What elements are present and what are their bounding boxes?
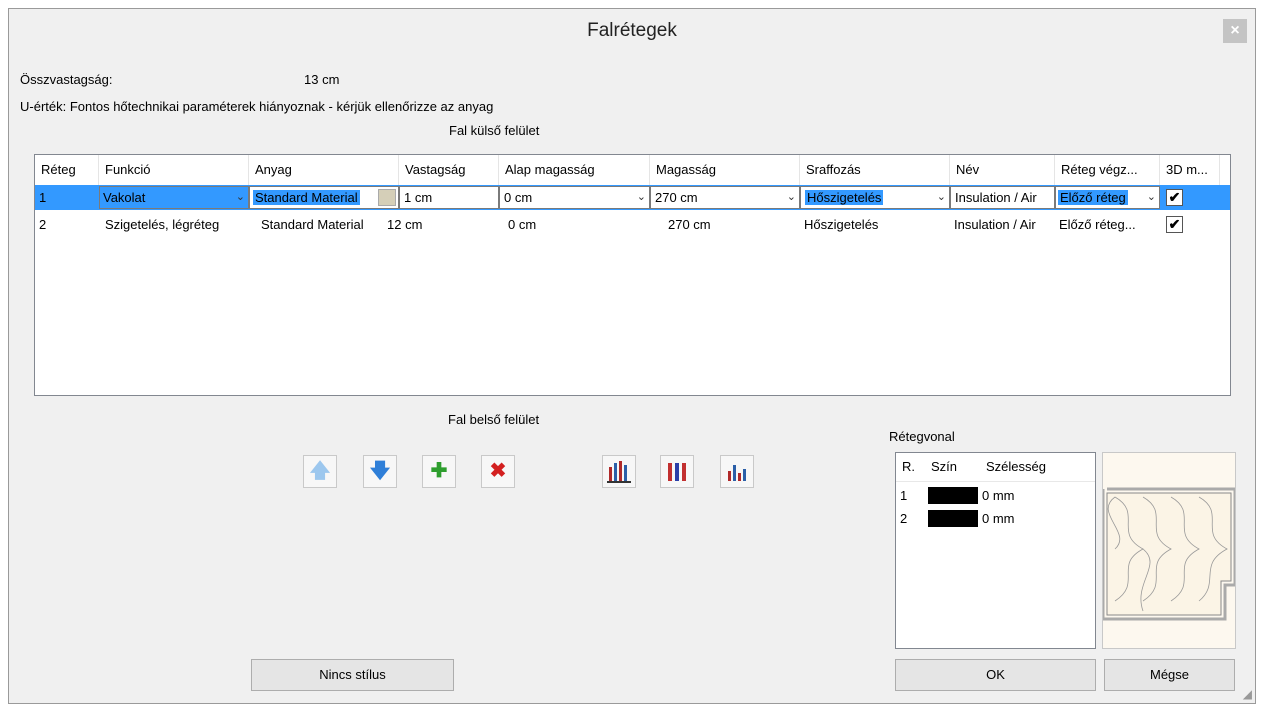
col-header-r[interactable]: R. <box>902 459 915 474</box>
cell-layer: 1 <box>39 190 47 205</box>
cancel-button[interactable]: Mégse <box>1104 659 1235 691</box>
material-value: Standard Material <box>253 190 360 205</box>
ok-button[interactable]: OK <box>895 659 1096 691</box>
col-header-base-height[interactable]: Alap magasság <box>499 155 650 185</box>
cell-hatch: Hőszigetelés <box>804 217 879 232</box>
col-header-thickness[interactable]: Vastagság <box>399 155 499 185</box>
height-combo[interactable]: 270 cm ⌄ <box>650 186 800 209</box>
insulation-hatch-preview <box>1101 487 1237 621</box>
col-header-3d[interactable]: 3D m... <box>1160 155 1220 185</box>
end-combo[interactable]: Előző réteg ⌄ <box>1055 186 1160 209</box>
inner-surface-label: Fal belső felület <box>448 412 540 427</box>
layers-table[interactable]: Réteg Funkció Anyag Vastagság Alap magas… <box>34 154 1231 396</box>
cell-material: Standard Material <box>261 217 364 232</box>
chevron-down-icon[interactable]: ⌄ <box>937 187 946 208</box>
cell-height: 270 cm <box>668 217 711 232</box>
layer-columns-button[interactable] <box>660 455 694 488</box>
hatch-value: Hőszigetelés <box>805 190 884 205</box>
col-header-width[interactable]: Szélesség <box>986 459 1046 474</box>
base-height-value: 0 cm <box>504 190 533 205</box>
chevron-down-icon[interactable]: ⌄ <box>236 187 245 208</box>
base-height-combo[interactable]: 0 cm ⌄ <box>499 186 650 209</box>
no-style-button[interactable]: Nincs stílus <box>251 659 454 691</box>
material-field[interactable]: Standard Material <box>249 186 399 209</box>
title-bar: Falrétegek × <box>9 9 1255 55</box>
arrow-down-icon: 🡇 <box>369 460 391 482</box>
uvalue-text: U-érték: Fontos hőtechnikai paraméterek … <box>20 99 494 114</box>
hatch-combo[interactable]: Hőszigetelés ⌄ <box>800 186 950 209</box>
layer-lines-table[interactable]: R. Szín Szélesség 1 0 mm 2 0 mm <box>895 452 1096 649</box>
col-header-color[interactable]: Szín <box>931 459 957 474</box>
add-layer-button[interactable]: ✚ <box>422 455 456 488</box>
close-button[interactable]: × <box>1223 19 1247 43</box>
thickness-input[interactable]: 1 cm <box>399 186 499 209</box>
table-row[interactable]: 1 Vakolat ⌄ Standard Material 1 cm 0 cm … <box>35 185 1230 210</box>
bars-icon <box>728 465 746 481</box>
layer-line-width: 0 mm <box>982 511 1015 526</box>
cell-base-height: 0 cm <box>508 217 537 232</box>
layer-chart-button[interactable] <box>720 455 754 488</box>
col-header-function[interactable]: Funkció <box>99 155 249 185</box>
resize-grip-icon[interactable]: ◢ <box>1243 687 1252 701</box>
col-header-name[interactable]: Név <box>950 155 1055 185</box>
thickness-label: Összvastagság: <box>20 72 113 87</box>
color-swatch[interactable] <box>928 487 978 504</box>
outer-surface-label: Fal külső felület <box>449 123 540 138</box>
bars-icon <box>607 461 631 483</box>
layer-line-width: 0 mm <box>982 488 1015 503</box>
arrow-up-icon: 🡅 <box>309 460 331 482</box>
chevron-down-icon[interactable]: ⌄ <box>1147 187 1156 208</box>
thickness-value: 13 cm <box>304 72 340 87</box>
layer-line-r: 1 <box>900 488 908 503</box>
col-header-height[interactable]: Magasság <box>650 155 800 185</box>
cell-name: Insulation / Air <box>954 217 1036 232</box>
end-value: Előző réteg <box>1058 190 1128 205</box>
cell-layer: 2 <box>39 217 47 232</box>
chevron-down-icon[interactable]: ⌄ <box>787 187 796 208</box>
color-swatch[interactable] <box>928 510 978 527</box>
name-input[interactable]: Insulation / Air <box>950 186 1055 209</box>
col-header-material[interactable]: Anyag <box>249 155 399 185</box>
cell-thickness: 12 cm <box>387 217 423 232</box>
col-header-hatch[interactable]: Sraffozás <box>800 155 950 185</box>
model3d-checkbox[interactable]: ✔ <box>1166 189 1183 206</box>
browse-material-button[interactable] <box>378 189 396 206</box>
delete-layer-button[interactable]: ✖ <box>481 455 515 488</box>
dialog-window: Falrétegek × Összvastagság: 13 cm U-érté… <box>8 8 1256 704</box>
layer-lines-title: Rétegvonal <box>889 429 955 444</box>
move-up-button[interactable]: 🡅 <box>303 455 337 488</box>
thickness-value: 1 cm <box>404 190 433 205</box>
x-icon: ✖ <box>489 460 507 482</box>
wall-preview <box>1101 452 1237 649</box>
cell-function: Szigetelés, légréteg <box>105 217 220 232</box>
function-value: Vakolat <box>103 190 146 205</box>
layer-stack-button[interactable] <box>602 455 636 488</box>
name-value: Insulation / Air <box>955 190 1037 205</box>
chevron-down-icon[interactable]: ⌄ <box>637 187 646 208</box>
col-header-end[interactable]: Réteg végz... <box>1055 155 1160 185</box>
height-value: 270 cm <box>655 190 698 205</box>
bars-icon <box>668 463 686 481</box>
function-combo[interactable]: Vakolat ⌄ <box>99 186 249 209</box>
model3d-checkbox[interactable]: ✔ <box>1166 216 1183 233</box>
layer-line-r: 2 <box>900 511 908 526</box>
table-row[interactable]: 2 Szigetelés, légréteg Standard Material… <box>35 212 1230 237</box>
cell-end: Előző réteg... <box>1059 217 1136 232</box>
move-down-button[interactable]: 🡇 <box>363 455 397 488</box>
plus-icon: ✚ <box>430 460 448 482</box>
col-header-layer[interactable]: Réteg <box>35 155 99 185</box>
window-title: Falrétegek <box>587 20 677 41</box>
